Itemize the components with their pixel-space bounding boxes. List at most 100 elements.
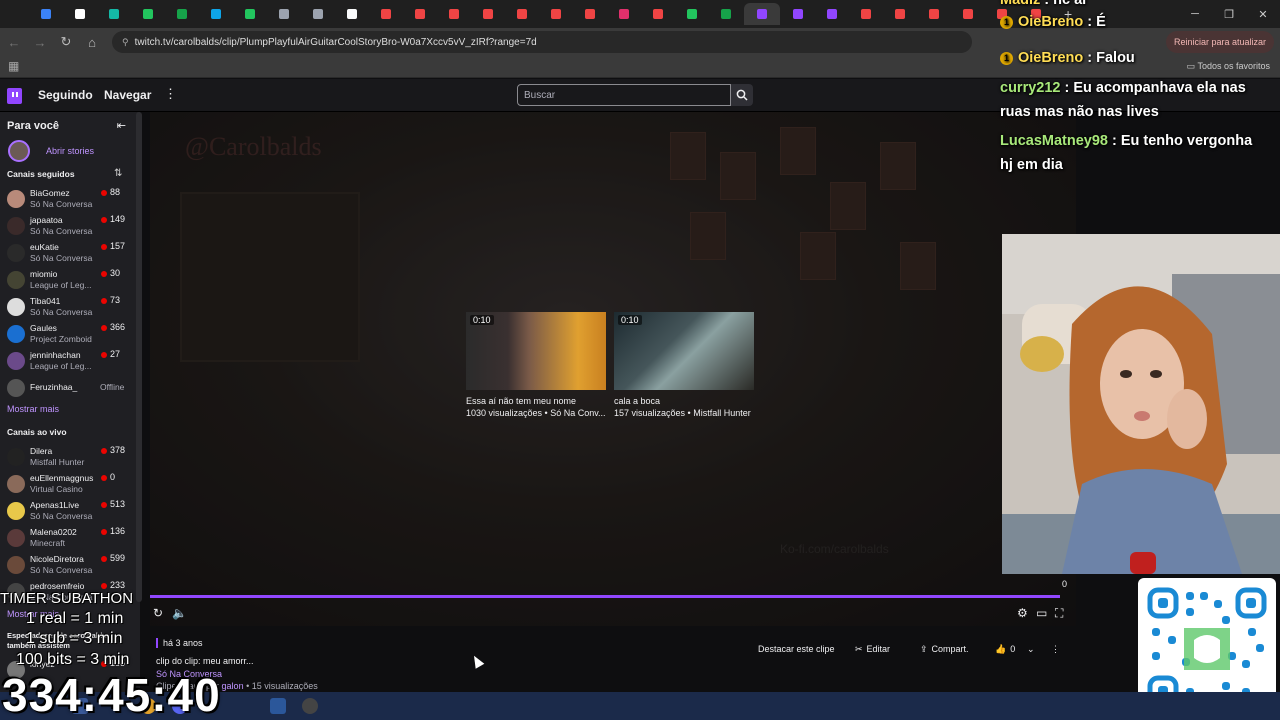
sidebar-channel[interactable]: Feruzinhaa_ Offline [0,374,140,401]
browser-tab[interactable] [744,3,780,25]
browser-tab[interactable] [608,3,640,25]
browser-tab[interactable] [336,3,368,25]
clip-title: Essa aí não tem meu nome [466,396,577,406]
sort-icon[interactable]: ⇅ [114,168,122,179]
chat-message: LucasMatney98: Eu tenho vergonha [1000,133,1252,149]
edit-button[interactable]: ✂ Editar [855,641,890,657]
chevron-down-icon[interactable]: ⌄ [1027,641,1035,657]
reload-icon[interactable]: ↻ [54,30,78,54]
browser-tab[interactable] [506,3,538,25]
browser-tab[interactable] [438,3,470,25]
recommended-clip-card[interactable]: 0:10 cala a boca 157 visualizações • Mis… [614,312,754,418]
subathon-rule: 1 sub = 3 min [26,630,123,647]
channel-name: japaatoa [30,215,63,225]
channel-name: Gaules [30,323,57,333]
sidebar-channel[interactable]: Dilera Mistfall Hunter 378 [0,443,140,470]
viewer-count: 157 [110,241,126,251]
scissors-icon: ✂ [855,643,863,654]
browser-tab[interactable] [918,3,950,25]
channel-name: euKatie [30,242,59,252]
sidebar-channel[interactable]: BiaGomez Só Na Conversa 88 [0,185,140,212]
share-icon: ⇪ [920,643,928,654]
collapse-sidebar-icon[interactable]: ⇤ [117,119,126,132]
browser-tab[interactable] [710,3,742,25]
followed-channel-list: BiaGomez Só Na Conversa 88 japaatoa Só Na Co… [0,185,140,401]
browser-tab[interactable] [64,3,96,25]
sidebar-channel[interactable]: japaatoa Só Na Conversa 149 [0,212,140,239]
show-more-followed[interactable]: Mostrar mais [7,404,59,414]
fullscreen-icon[interactable]: ⛶ [1055,606,1063,621]
browser-tab[interactable] [884,3,916,25]
live-dot-icon [101,325,107,331]
live-dot-icon [101,190,107,196]
stories-entry[interactable]: Abrir stories [8,140,94,162]
search-button[interactable] [731,84,753,106]
tab-favicon-icon [757,9,767,19]
browser-tab[interactable] [98,3,130,25]
browser-tab[interactable] [816,3,848,25]
sidebar-channel[interactable]: miomio League of Leg... 30 [0,266,140,293]
browser-tab[interactable] [850,3,882,25]
like-button[interactable]: 👍 0 [995,641,1015,657]
browser-tab[interactable] [132,3,164,25]
live-dot-icon [101,352,107,358]
sidebar-channel[interactable]: Apenas1Live Só Na Conversa 513 [0,497,140,524]
settings-gear-icon[interactable]: ⚙ [1017,606,1028,620]
browser-tab[interactable] [472,3,504,25]
sidebar-channel[interactable]: euEllenmaggnus Virtual Casino 0 [0,470,140,497]
more-options-icon[interactable]: ⋮ [164,86,177,102]
browser-tab[interactable] [676,3,708,25]
channel-game: Project Zomboid [30,334,92,344]
browser-tab[interactable] [404,3,436,25]
browser-tab[interactable] [30,3,62,25]
browser-tab[interactable] [166,3,198,25]
apps-grid-icon[interactable]: ▦ [8,59,19,73]
channel-game: League of Leg... [30,361,92,371]
forward-icon[interactable]: → [28,30,52,54]
sidebar-channel[interactable]: Gaules Project Zomboid 366 [0,320,140,347]
back-icon[interactable]: ← [2,30,26,54]
browser-tab[interactable] [782,3,814,25]
sidebar-channel[interactable]: Malena0202 Minecraft 136 [0,524,140,551]
tab-favicon-icon [619,9,629,19]
share-button[interactable]: ⇪ Compart. [920,641,969,657]
obs-icon[interactable] [302,698,318,714]
address-bar[interactable]: ⚲ twitch.tv/carolbalds/clip/PlumpPlayful… [112,31,972,53]
site-info-icon[interactable]: ⚲ [122,37,129,48]
channel-name: Tiba041 [30,296,61,306]
recommended-clip-card[interactable]: 0:10 Essa aí não tem meu nome 1030 visua… [466,312,606,418]
browser-tab[interactable] [268,3,300,25]
browser-tab[interactable] [642,3,674,25]
sidebar-scrollbar[interactable] [136,112,142,602]
browser-tab[interactable] [234,3,266,25]
home-icon[interactable]: ⌂ [80,30,104,54]
search-input[interactable]: Buscar [517,84,731,106]
browser-tab[interactable] [540,3,572,25]
video-player[interactable]: @Carolbalds Ko-fi.com/carolbalds 0:10 Es… [150,112,1076,626]
progress-bar[interactable] [150,595,1060,598]
clip-meta: 157 visualizações • Mistfall Hunter [614,408,751,418]
more-actions-icon[interactable]: ⋮ [1051,641,1060,657]
chat-username: Madiz [1000,0,1041,8]
browser-tab[interactable] [952,3,984,25]
tab-favicon-icon [653,9,663,19]
sidebar-channel[interactable]: euKatie Só Na Conversa 157 [0,239,140,266]
browser-tab[interactable] [574,3,606,25]
nav-browse[interactable]: Navegar [104,88,151,102]
tab-favicon-icon [313,9,323,19]
like-count: 0 [1010,644,1016,654]
chat-text: Eu tenho vergonha [1120,133,1253,149]
channel-avatar [7,475,25,493]
nav-following[interactable]: Seguindo [38,88,93,102]
browser-tab[interactable] [370,3,402,25]
word-icon[interactable] [270,698,286,714]
browser-tab[interactable] [200,3,232,25]
sidebar-channel[interactable]: Tiba041 Só Na Conversa 73 [0,293,140,320]
highlight-clip-button[interactable]: Destacar este clipe [758,641,835,657]
sidebar-channel[interactable]: NicoleDiretora Só Na Conversa 599 [0,551,140,578]
twitch-logo-icon[interactable] [7,88,22,104]
sidebar-channel[interactable]: jenninhachan League of Leg... 27 [0,347,140,374]
browser-tab[interactable] [302,3,334,25]
theatre-mode-icon[interactable]: ▭ [1036,606,1047,620]
channel-game: League of Leg... [30,280,92,290]
